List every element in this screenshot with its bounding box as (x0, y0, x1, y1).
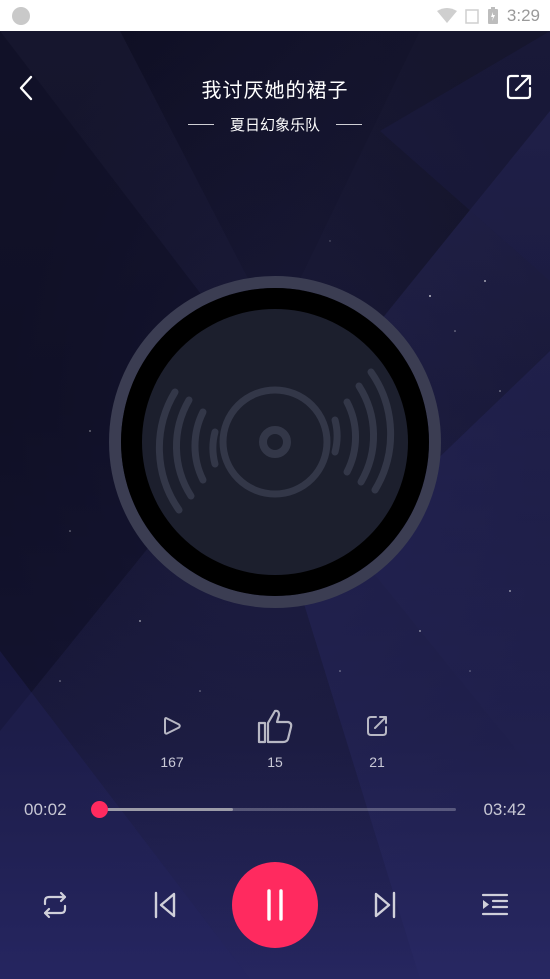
seek-thumb[interactable] (91, 801, 109, 818)
pause-button[interactable] (232, 862, 318, 948)
repeat-button[interactable] (36, 888, 74, 922)
shares-stat[interactable]: 21 (342, 700, 412, 770)
share-button[interactable] (504, 72, 534, 102)
artist-row: 夏日幻象乐队 (0, 114, 550, 135)
shares-count: 21 (369, 754, 385, 770)
next-button[interactable] (366, 888, 404, 922)
skip-previous-icon (154, 891, 176, 919)
status-bar: 3:29 (0, 0, 550, 31)
back-button[interactable] (12, 72, 40, 104)
previous-button[interactable] (146, 888, 184, 922)
progress-row: 00:02 03:42 (0, 797, 550, 823)
sim-icon (465, 9, 479, 24)
likes-stat[interactable]: 15 (240, 700, 310, 770)
song-title: 我讨厌她的裙子 (201, 78, 349, 102)
plays-stat[interactable]: 167 (137, 700, 207, 770)
playlist-button[interactable] (476, 888, 514, 922)
repeat-icon (43, 891, 67, 919)
app-notification-icon (12, 7, 30, 25)
divider (336, 124, 362, 125)
chevron-left-icon (19, 75, 33, 101)
buffer-bar (96, 808, 233, 811)
skip-next-icon (374, 891, 396, 919)
wifi-icon (436, 8, 457, 23)
current-time: 00:02 (24, 800, 67, 819)
share-count-icon (367, 716, 387, 736)
divider (187, 124, 214, 125)
plays-count: 167 (160, 754, 184, 770)
pause-icon (267, 889, 283, 921)
status-icons: 3:29 (436, 6, 540, 26)
battery-icon (487, 7, 498, 24)
total-time: 03:42 (483, 800, 526, 819)
likes-count: 15 (267, 754, 283, 770)
status-time: 3:29 (506, 6, 540, 25)
play-count-icon (164, 717, 181, 735)
playlist-icon (481, 893, 509, 916)
thumbs-up-icon (257, 709, 293, 744)
seek-bar[interactable] (91, 801, 456, 818)
playback-controls (0, 862, 550, 950)
artist-name: 夏日幻象乐队 (229, 116, 320, 134)
share-icon (506, 74, 532, 100)
album-disc[interactable] (109, 276, 441, 608)
song-stats: 167 15 21 (0, 700, 550, 780)
